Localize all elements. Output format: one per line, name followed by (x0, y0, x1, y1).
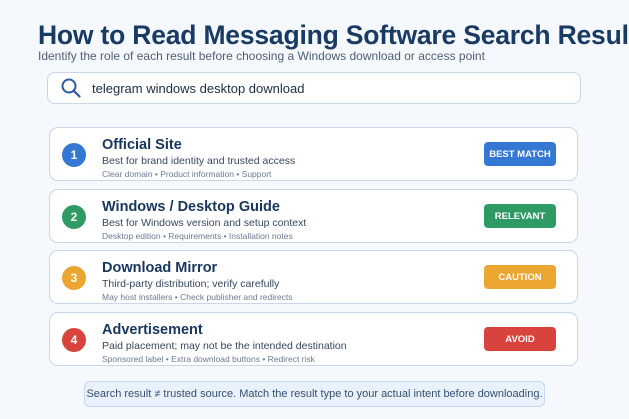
footer-note: Search result ≠ trusted source. Match th… (84, 381, 545, 407)
result-title[interactable]: Download Mirror (102, 260, 217, 276)
result-card-download-mirror[interactable]: 3 Download Mirror Third-party distributi… (49, 250, 578, 304)
result-title[interactable]: Advertisement (102, 322, 203, 338)
result-number-badge: 4 (62, 328, 86, 352)
caution-badge: CAUTION (484, 265, 556, 289)
page-subtitle: Identify the role of each result before … (38, 49, 485, 63)
result-description: Third-party distribution; verify careful… (102, 278, 280, 290)
search-bar[interactable] (47, 72, 581, 104)
result-meta: May host installers • Check publisher an… (102, 292, 293, 302)
search-icon[interactable] (60, 77, 82, 99)
result-title[interactable]: Official Site (102, 137, 182, 153)
best-match-badge: BEST MATCH (484, 142, 556, 166)
result-card-windows-guide[interactable]: 2 Windows / Desktop Guide Best for Windo… (49, 189, 578, 243)
search-input[interactable] (92, 80, 522, 96)
result-description: Best for Windows version and setup conte… (102, 217, 307, 229)
result-description: Paid placement; may not be the intended … (102, 340, 347, 352)
result-number-badge: 2 (62, 205, 86, 229)
result-title[interactable]: Windows / Desktop Guide (102, 199, 280, 215)
result-meta: Sponsored label • Extra download buttons… (102, 354, 315, 364)
avoid-badge: AVOID (484, 327, 556, 351)
relevant-badge: RELEVANT (484, 204, 556, 228)
result-description: Best for brand identity and trusted acce… (102, 155, 296, 167)
result-card-official-site[interactable]: 1 Official Site Best for brand identity … (49, 127, 578, 181)
page-title: How to Read Messaging Software Search Re… (38, 20, 629, 50)
result-meta: Clear domain • Product information • Sup… (102, 169, 272, 179)
result-meta: Desktop edition • Requirements • Install… (102, 231, 293, 241)
result-number-badge: 1 (62, 143, 86, 167)
result-card-advertisement[interactable]: 4 Advertisement Paid placement; may not … (49, 312, 578, 366)
result-number-badge: 3 (62, 266, 86, 290)
